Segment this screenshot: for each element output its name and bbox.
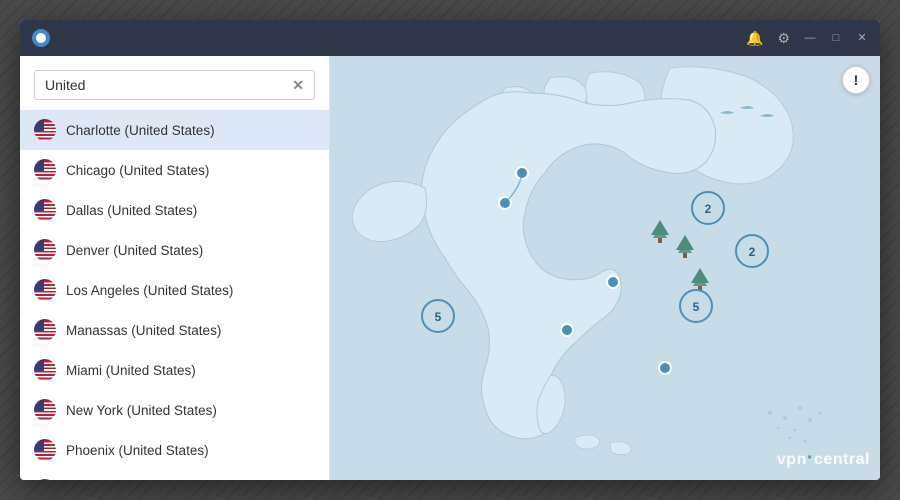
search-box: ✕ [34, 70, 315, 100]
server-item[interactable]: Los Angeles (United States) [20, 270, 329, 310]
info-button[interactable]: ! [842, 66, 870, 94]
server-name: Chicago (United States) [66, 163, 209, 178]
close-button[interactable]: ✕ [856, 32, 868, 44]
flag-icon [34, 159, 56, 181]
cluster-5-west[interactable]: 5 [422, 300, 454, 332]
flag-icon [34, 279, 56, 301]
dot-marker[interactable] [607, 276, 619, 288]
watermark-vpn: vpn [777, 451, 807, 468]
server-name: Dallas (United States) [66, 203, 197, 218]
server-item[interactable]: Miami (United States) [20, 350, 329, 390]
dot-marker[interactable] [659, 362, 671, 374]
server-name: Phoenix (United States) [66, 443, 209, 458]
server-item[interactable]: Denver (United States) [20, 230, 329, 270]
svg-text:2: 2 [705, 202, 712, 216]
flag-icon [34, 199, 56, 221]
app-window: 🔔 ⚙ — □ ✕ ✕ Charlotte (United States) Chi… [20, 20, 880, 480]
flag-icon [34, 359, 56, 381]
svg-text:5: 5 [435, 310, 442, 324]
server-item[interactable]: Manassas (United States) [20, 310, 329, 350]
search-container: ✕ [20, 56, 329, 110]
flag-icon [34, 119, 56, 141]
sidebar: ✕ Charlotte (United States) Chicago (Unit… [20, 56, 330, 480]
clear-search-button[interactable]: ✕ [292, 78, 304, 92]
cluster-2-east[interactable]: 2 [736, 235, 768, 267]
titlebar: 🔔 ⚙ — □ ✕ [20, 20, 880, 56]
server-item[interactable]: Chicago (United States) [20, 150, 329, 190]
watermark-central: central [814, 451, 870, 468]
server-item[interactable]: Dallas (United States) [20, 190, 329, 230]
flag-icon [34, 399, 56, 421]
bell-icon[interactable]: 🔔 [746, 31, 763, 45]
titlebar-left [32, 29, 58, 47]
server-item[interactable]: New York (United States) [20, 390, 329, 430]
map-area: 5 2 2 5 [330, 56, 880, 480]
flag-icon [34, 239, 56, 261]
flag-icon [34, 439, 56, 461]
watermark-dot: · [807, 447, 814, 469]
flag-icon [34, 479, 56, 480]
server-name: Manassas (United States) [66, 323, 221, 338]
server-name: Miami (United States) [66, 363, 196, 378]
svg-text:2: 2 [749, 245, 756, 259]
server-item[interactable]: Phoenix (United States) [20, 430, 329, 470]
server-name: New York (United States) [66, 403, 217, 418]
server-name: Charlotte (United States) [66, 123, 215, 138]
main-content: ✕ Charlotte (United States) Chicago (Unit… [20, 56, 880, 480]
server-item[interactable]: Charlotte (United States) [20, 110, 329, 150]
server-name: Los Angeles (United States) [66, 283, 233, 298]
dot-marker[interactable] [561, 324, 573, 336]
server-name: Denver (United States) [66, 243, 203, 258]
app-logo [32, 29, 50, 47]
svg-text:5: 5 [693, 300, 700, 314]
cluster-5-se[interactable]: 5 [680, 290, 712, 322]
maximize-button[interactable]: □ [830, 32, 842, 44]
titlebar-right: 🔔 ⚙ — □ ✕ [746, 31, 868, 45]
map-svg: 5 2 2 5 [330, 56, 880, 480]
watermark: vpn·central [777, 447, 870, 470]
server-item[interactable]: Saint Louis (United States) [20, 470, 329, 480]
server-list: Charlotte (United States) Chicago (United… [20, 110, 329, 480]
flag-icon [34, 319, 56, 341]
minimize-button[interactable]: — [804, 32, 816, 44]
cluster-2-ne[interactable]: 2 [692, 192, 724, 224]
settings-icon[interactable]: ⚙ [777, 31, 790, 45]
search-input[interactable] [45, 77, 292, 93]
